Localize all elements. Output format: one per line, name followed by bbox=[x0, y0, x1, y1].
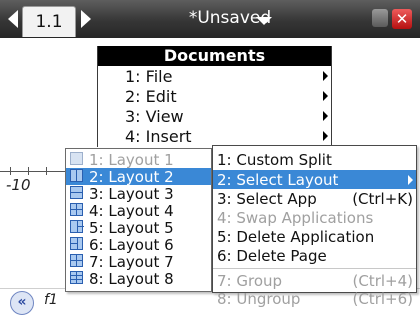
submenu-arrow-icon bbox=[323, 111, 328, 121]
menu-item-shortcut: (Ctrl+4) bbox=[352, 272, 413, 290]
menu-item-label: 7: Group bbox=[217, 272, 283, 290]
menu-item-shortcut: (Ctrl+6) bbox=[352, 290, 413, 308]
page-layout-menu: 1: Custom Split 2: Select Layout 3: Sele… bbox=[212, 145, 417, 308]
title-dropdown-chevron-icon[interactable] bbox=[256, 17, 272, 25]
layout-5-icon bbox=[70, 220, 84, 233]
axis-tick bbox=[10, 167, 11, 175]
menu-item-label: 3: View bbox=[125, 107, 184, 126]
submenu-arrow-icon bbox=[323, 91, 328, 101]
menu-item-layout-3[interactable]: 3: Layout 3 bbox=[66, 185, 211, 203]
menu-item-label: 6: Delete Page bbox=[217, 247, 327, 265]
menu-item-swap-applications[interactable]: 4: Swap Applications bbox=[213, 208, 416, 227]
menu-item-insert[interactable]: 4: Insert bbox=[98, 126, 331, 146]
menu-item-label: 3: Select App bbox=[217, 190, 317, 208]
axis-tick bbox=[28, 167, 29, 175]
menu-item-group[interactable]: 7: Group (Ctrl+4) bbox=[213, 271, 416, 290]
menu-item-layout-6[interactable]: 6: Layout 6 bbox=[66, 236, 211, 254]
menu-item-label: 1: Layout 1 bbox=[89, 151, 174, 169]
layout-1-icon bbox=[70, 152, 83, 165]
menu-item-delete-application[interactable]: 5: Delete Application bbox=[213, 227, 416, 246]
document-title[interactable]: *Unsaved bbox=[150, 8, 310, 28]
next-page-arrow-icon[interactable] bbox=[81, 10, 91, 28]
menu-item-layout-2[interactable]: 2: Layout 2 bbox=[66, 168, 211, 186]
page-tab[interactable]: 1.1 bbox=[22, 6, 76, 37]
axis-tick bbox=[46, 167, 47, 175]
menu-item-ungroup[interactable]: 8: Ungroup (Ctrl+6) bbox=[213, 289, 416, 308]
submenu-arrow-icon bbox=[323, 131, 328, 141]
x-axis-label: -10 bbox=[6, 176, 31, 194]
menu-item-layout-5[interactable]: 5: Layout 5 bbox=[66, 219, 211, 237]
menu-item-layout-8[interactable]: 8: Layout 8 bbox=[66, 270, 211, 288]
close-icon[interactable]: ✕ bbox=[392, 9, 412, 29]
battery-icon bbox=[372, 9, 388, 27]
menu-item-label: 2: Edit bbox=[125, 87, 177, 106]
function-label[interactable]: f1 bbox=[44, 292, 58, 308]
menu-item-label: 5: Layout 5 bbox=[89, 219, 174, 237]
menu-item-label: 5: Delete Application bbox=[217, 228, 375, 246]
menu-item-label: 3: Layout 3 bbox=[89, 185, 174, 203]
menu-item-label: 2: Layout 2 bbox=[89, 168, 174, 186]
menu-divider bbox=[213, 268, 416, 269]
menu-item-edit[interactable]: 2: Edit bbox=[98, 86, 331, 106]
menu-item-label: 2: Select Layout bbox=[217, 171, 339, 189]
submenu-arrow-icon bbox=[323, 71, 328, 81]
submenu-arrow-icon bbox=[408, 175, 413, 185]
menu-item-shortcut: (Ctrl+K) bbox=[352, 190, 413, 208]
layout-3-icon bbox=[70, 186, 83, 199]
menu-item-select-app[interactable]: 3: Select App (Ctrl+K) bbox=[213, 189, 416, 208]
layout-6-icon bbox=[70, 237, 83, 250]
previous-page-arrow-icon[interactable] bbox=[8, 10, 18, 28]
expand-entry-icon[interactable]: « bbox=[10, 291, 34, 315]
menu-item-label: 4: Insert bbox=[125, 127, 192, 146]
menu-item-view[interactable]: 3: View bbox=[98, 106, 331, 126]
menu-item-custom-split[interactable]: 1: Custom Split bbox=[213, 150, 416, 169]
layout-8-icon bbox=[70, 271, 83, 284]
menu-item-file[interactable]: 1: File bbox=[98, 66, 331, 86]
documents-menu-header: Documents bbox=[98, 46, 331, 66]
menu-item-label: 7: Layout 7 bbox=[89, 253, 174, 271]
menu-item-label: 1: Custom Split bbox=[217, 151, 332, 169]
menu-item-label: 8: Layout 8 bbox=[89, 270, 174, 288]
layout-7-icon bbox=[70, 254, 83, 267]
layout-2-icon bbox=[70, 169, 83, 182]
menu-item-label: 6: Layout 6 bbox=[89, 236, 174, 254]
menu-item-layout-7[interactable]: 7: Layout 7 bbox=[66, 253, 211, 271]
menu-item-select-layout[interactable]: 2: Select Layout bbox=[213, 170, 416, 189]
menu-item-delete-page[interactable]: 6: Delete Page bbox=[213, 246, 416, 265]
menu-item-label: 4: Swap Applications bbox=[217, 209, 374, 227]
layout-submenu: 1: Layout 1 2: Layout 2 3: Layout 3 4: L… bbox=[65, 148, 212, 292]
menu-item-label: 4: Layout 4 bbox=[89, 202, 174, 220]
menu-item-layout-1[interactable]: 1: Layout 1 bbox=[66, 151, 211, 169]
menu-item-label: 8: Ungroup bbox=[217, 290, 301, 308]
documents-menu: Documents 1: File 2: Edit 3: View 4: Ins… bbox=[97, 46, 332, 147]
page-tab-label: 1.1 bbox=[35, 12, 63, 32]
menu-item-label: 1: File bbox=[125, 67, 173, 86]
layout-4-icon bbox=[70, 203, 83, 216]
menu-item-layout-4[interactable]: 4: Layout 4 bbox=[66, 202, 211, 220]
